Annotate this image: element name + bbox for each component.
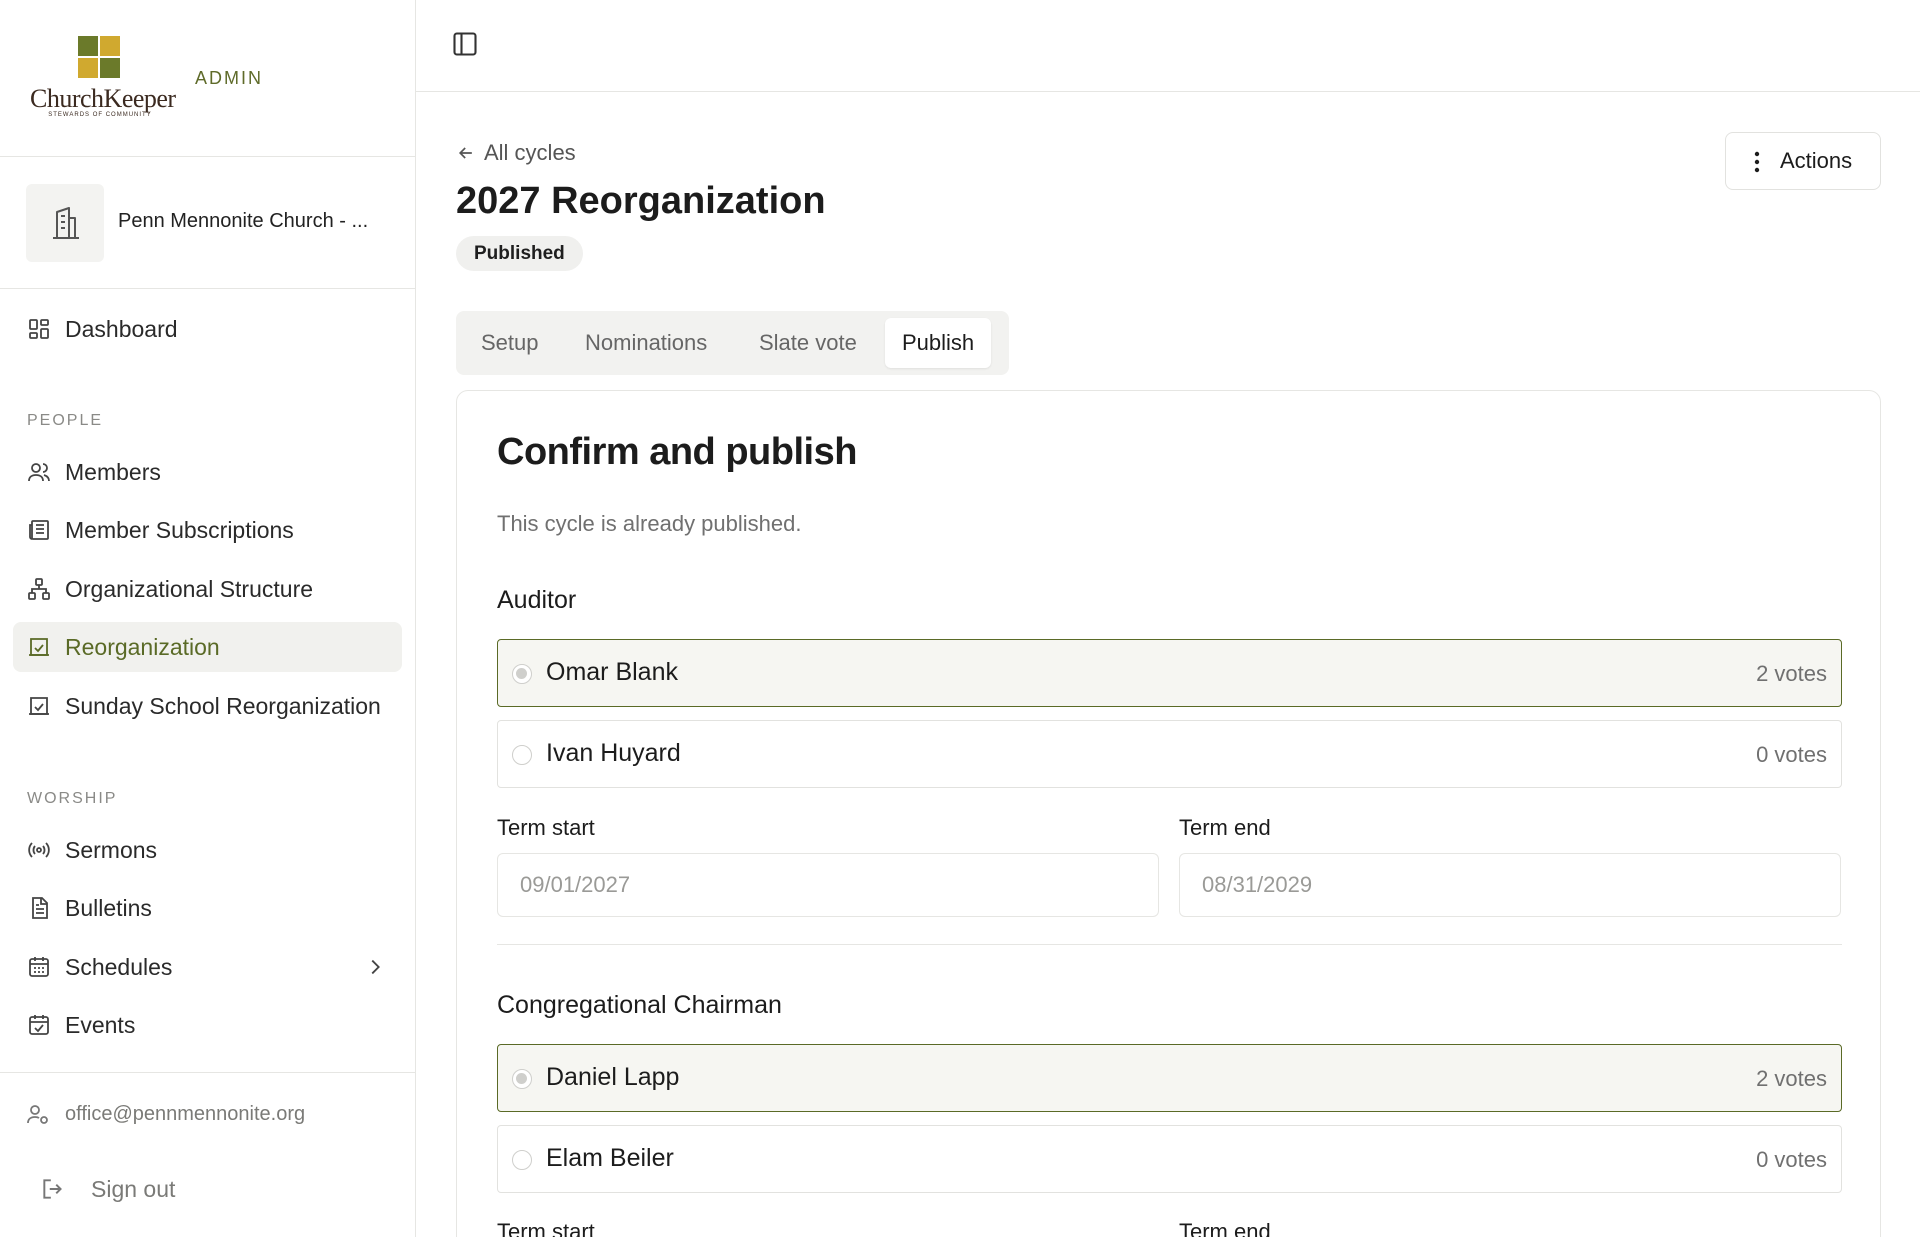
church-name: Penn Mennonite Church - ... [118,210,369,232]
term-end-label: Term end [1179,815,1271,840]
sidebar-item-members[interactable]: Members [13,447,402,497]
user-settings-icon [27,1105,48,1124]
status-badge: Published [456,236,583,271]
sidebar-item-label: Bulletins [65,894,152,921]
sidebar-item-schedules[interactable]: Schedules [13,942,402,992]
tab-setup[interactable]: Setup [464,318,556,368]
sidebar-item-label: Reorganization [65,633,220,660]
dashboard-icon [29,319,49,339]
sidebar-item-dashboard[interactable]: Dashboard [13,304,402,354]
candidate-name: Daniel Lapp [546,1063,680,1091]
term-start-input[interactable] [497,853,1159,917]
calendar-check-icon [29,697,49,715]
sidebar-item-bulletins[interactable]: Bulletins [13,883,402,933]
actions-label: Actions [1780,148,1853,173]
church-selector[interactable]: Penn Mennonite Church - ... [0,157,415,289]
sidebar-item-label: Members [65,458,161,485]
sidebar-item-label: Member Subscriptions [65,516,294,543]
candidate-option[interactable]: Daniel Lapp 2 votes [497,1044,1842,1112]
sign-out-icon[interactable] [40,1176,66,1202]
logo-text: ChurchKeeper [30,84,176,113]
actions-button[interactable]: Actions [1725,132,1881,190]
card-title: Confirm and publish [497,431,857,473]
more-vertical-icon [1754,151,1760,173]
radio-button[interactable] [512,1150,532,1170]
admin-label: ADMIN [195,68,263,88]
brand-header: ChurchKeeper STEWARDS OF COMMUNITY ADMIN [0,0,415,157]
calendar-check-icon [29,1015,49,1035]
vote-count: 0 votes [1756,742,1827,767]
candidate-option[interactable]: Ivan Huyard 0 votes [497,720,1842,788]
sidebar-item-events[interactable]: Events [13,1000,402,1050]
section-divider [497,944,1842,945]
radio-button[interactable] [512,1069,532,1089]
chevron-right-icon[interactable] [364,956,386,978]
sidebar-item-reorganization[interactable]: Reorganization [13,622,402,672]
building-icon [26,184,104,262]
cycle-tabs: Setup Nominations Slate vote Publish [456,311,1009,375]
tab-publish[interactable]: Publish [885,318,992,368]
newspaper-icon [29,520,49,540]
candidate-name: Elam Beiler [546,1144,674,1172]
vote-count: 2 votes [1756,1066,1827,1091]
candidate-option[interactable]: Omar Blank 2 votes [497,639,1842,707]
users-icon [28,463,50,482]
candidate-name: Omar Blank [546,658,678,686]
sign-out-button[interactable]: Sign out [91,1176,175,1203]
candidate-option[interactable]: Elam Beiler 0 votes [497,1125,1842,1193]
sidebar-toggle-icon[interactable] [451,30,479,58]
sidebar-item-label: Organizational Structure [65,575,314,602]
term-end-input[interactable] [1179,853,1841,917]
term-start-label: Term start [497,815,595,840]
term-end-label: Term end [1179,1219,1271,1237]
office-title-auditor: Auditor [497,586,577,614]
card-description: This cycle is already published. [497,511,802,536]
tab-slate-vote[interactable]: Slate vote [742,318,874,368]
sidebar-item-label: Sermons [65,836,158,863]
churchkeeper-logo[interactable]: ChurchKeeper STEWARDS OF COMMUNITY [30,34,176,124]
top-bar [416,0,1920,92]
calendar-check-icon [29,638,49,656]
sidebar-item-label: Events [65,1011,136,1038]
radio-button[interactable] [512,745,532,765]
section-title-people: PEOPLE [27,412,104,429]
back-link[interactable]: All cycles [456,140,576,166]
sidebar: ChurchKeeper STEWARDS OF COMMUNITY ADMIN… [0,0,416,1237]
sidebar-item-sunday-school-reorganization[interactable]: Sunday School Reorganization [13,681,402,731]
sidebar-item-organizational-structure[interactable]: Organizational Structure [13,564,402,614]
sidebar-item-label: Dashboard [65,315,178,342]
sidebar-footer: office@pennmennonite.org Sign out [0,1072,415,1237]
logo-tagline: STEWARDS OF COMMUNITY [48,112,152,118]
candidate-name: Ivan Huyard [546,739,681,767]
sidebar-item-label: Schedules [65,953,173,980]
sidebar-item-sermons[interactable]: Sermons [13,825,402,875]
org-chart-icon [28,578,50,600]
sidebar-item-label: Sunday School Reorganization [65,692,381,719]
user-email: office@pennmennonite.org [65,1103,306,1125]
logo-mark-icon [78,36,122,80]
publish-card: Confirm and publish This cycle is alread… [456,390,1881,1237]
term-start-label: Term start [497,1219,595,1237]
vote-count: 0 votes [1756,1147,1827,1172]
vote-count: 2 votes [1756,661,1827,686]
tab-nominations[interactable]: Nominations [568,318,724,368]
back-link-label: All cycles [484,140,576,165]
broadcast-icon [28,842,50,858]
sidebar-item-member-subscriptions[interactable]: Member Subscriptions [13,505,402,555]
office-title-congregational-chairman: Congregational Chairman [497,991,782,1019]
arrow-left-icon [458,147,472,159]
radio-button[interactable] [512,664,532,684]
calendar-grid-icon [29,957,49,977]
document-icon [32,897,48,919]
section-title-worship: WORSHIP [27,790,118,807]
page-title: 2027 Reorganization [456,180,826,222]
